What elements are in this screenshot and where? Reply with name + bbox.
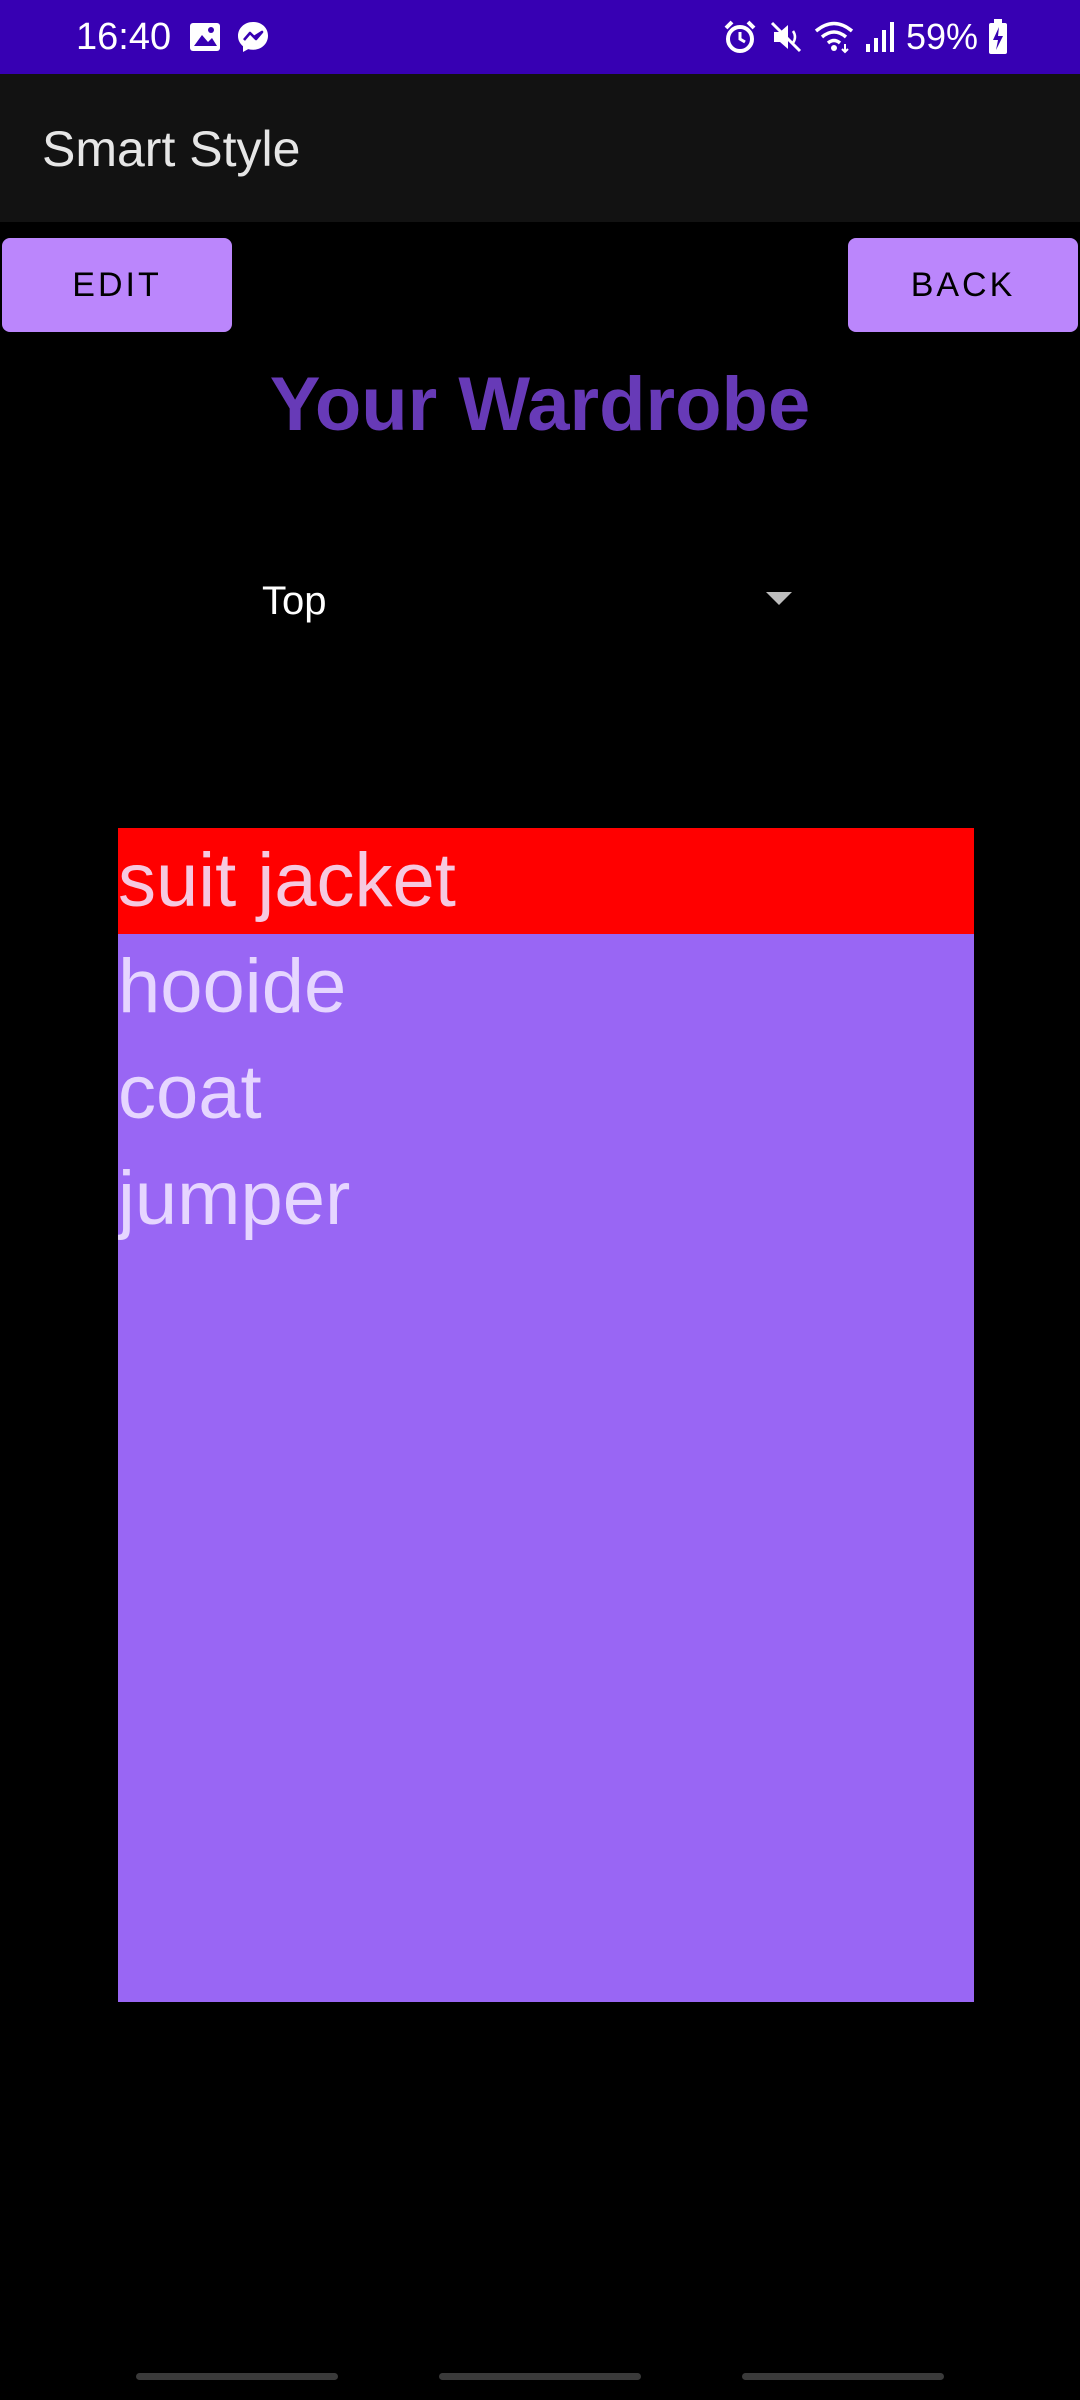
mute-icon [768, 19, 804, 55]
battery-percent: 59% [905, 16, 978, 57]
category-dropdown-value: Top [262, 579, 327, 623]
status-time: 16:40 [76, 16, 172, 58]
nav-home-button[interactable] [439, 2373, 641, 2380]
status-bar: 16:40 59% [0, 0, 1080, 74]
screen: 16:40 59% Smart Style EDIT BACK Your War… [0, 0, 1080, 2400]
battery-charging-icon [988, 19, 1008, 55]
wardrobe-list[interactable]: suit jacket hooide coat jumper [118, 828, 974, 2002]
list-item[interactable]: suit jacket [118, 828, 974, 934]
edit-button[interactable]: EDIT [2, 238, 232, 332]
wifi-icon [814, 20, 854, 54]
alarm-icon [722, 19, 758, 55]
app-title: Smart Style [42, 121, 301, 177]
page-title: Your Wardrobe [269, 362, 811, 447]
list-item[interactable]: jumper [118, 1146, 974, 1252]
messenger-icon [236, 20, 270, 54]
app-bar: Smart Style [0, 74, 1080, 222]
nav-recents-button[interactable] [136, 2373, 338, 2380]
category-dropdown[interactable]: Top [262, 566, 792, 638]
dropdown-arrow-icon [766, 592, 792, 605]
list-item[interactable]: hooide [118, 934, 974, 1040]
signal-icon [864, 20, 896, 54]
gallery-icon [188, 21, 222, 53]
notification-icons [188, 19, 270, 55]
back-button[interactable]: BACK [848, 238, 1078, 332]
nav-back-button[interactable] [742, 2373, 944, 2380]
list-item[interactable]: coat [118, 1040, 974, 1146]
system-icons: 59% [722, 14, 1008, 60]
